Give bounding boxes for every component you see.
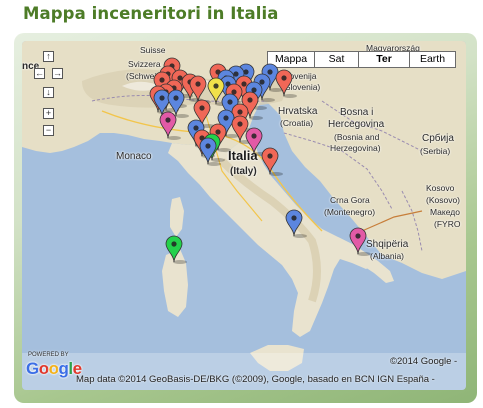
label-italy: (Italy) xyxy=(230,166,257,177)
map-marker[interactable] xyxy=(275,69,297,104)
label-kosovo-2: (Kosovo) xyxy=(426,195,461,205)
label-suisse: Suisse xyxy=(140,45,166,55)
map-type-earth-button[interactable]: Earth xyxy=(409,51,456,68)
label-fyro: (FYRO xyxy=(434,219,461,229)
label-serbia: (Serbia) xyxy=(420,146,451,156)
label-albania: (Albania) xyxy=(370,251,405,261)
label-bosna-4: Herzegovina) xyxy=(330,143,381,153)
copyright-text: ©2014 Google - xyxy=(390,356,458,367)
label-bosna-3: (Bosnia and xyxy=(334,132,380,142)
pan-down-icon[interactable]: ↓ xyxy=(43,87,54,98)
pan-right-icon[interactable]: → xyxy=(52,68,63,79)
google-logo[interactable]: Google xyxy=(26,359,82,379)
zoom-out-icon[interactable]: − xyxy=(43,125,54,136)
label-bosna-2: Hercegovina xyxy=(328,119,385,130)
label-srbija: Србија xyxy=(422,133,454,144)
label-kosovo: Kosovo xyxy=(426,183,455,193)
map-marker[interactable] xyxy=(349,227,371,262)
map-marker[interactable] xyxy=(199,137,221,172)
zoom-in-icon[interactable]: + xyxy=(43,108,54,119)
label-croatia: (Croatia) xyxy=(280,118,314,128)
label-shqiperia: Shqipëria xyxy=(366,239,409,250)
label-crna-gora: Crna Gora xyxy=(330,195,370,205)
map-marker[interactable] xyxy=(165,235,187,270)
map-canvas[interactable]: Magyarország Suisse Svizzera (Schweiz) n… xyxy=(22,41,466,390)
pan-left-icon[interactable]: ← xyxy=(34,68,45,79)
page-title: Mappa inceneritori in Italia xyxy=(23,4,279,23)
map-type-sat-button[interactable]: Sat xyxy=(314,51,359,68)
label-hrvatska: Hrvatska xyxy=(278,106,318,117)
map-data-attribution[interactable]: Map data ©2014 GeoBasis-DE/BKG (©2009), … xyxy=(76,374,435,385)
map-marker[interactable] xyxy=(261,147,283,182)
map-type-ter-button[interactable]: Ter xyxy=(358,51,410,68)
powered-by-label: POWERED BY xyxy=(28,352,69,358)
label-montenegro: (Montenegro) xyxy=(324,207,376,217)
label-makedonija: Македо xyxy=(430,207,460,217)
label-bosna-1: Bosna i xyxy=(340,107,374,118)
label-monaco: Monaco xyxy=(116,151,152,162)
map-marker[interactable] xyxy=(159,111,181,146)
map-marker[interactable] xyxy=(285,209,307,244)
label-svizzera: Svizzera xyxy=(128,59,161,69)
pan-up-icon[interactable]: ↑ xyxy=(43,51,54,62)
